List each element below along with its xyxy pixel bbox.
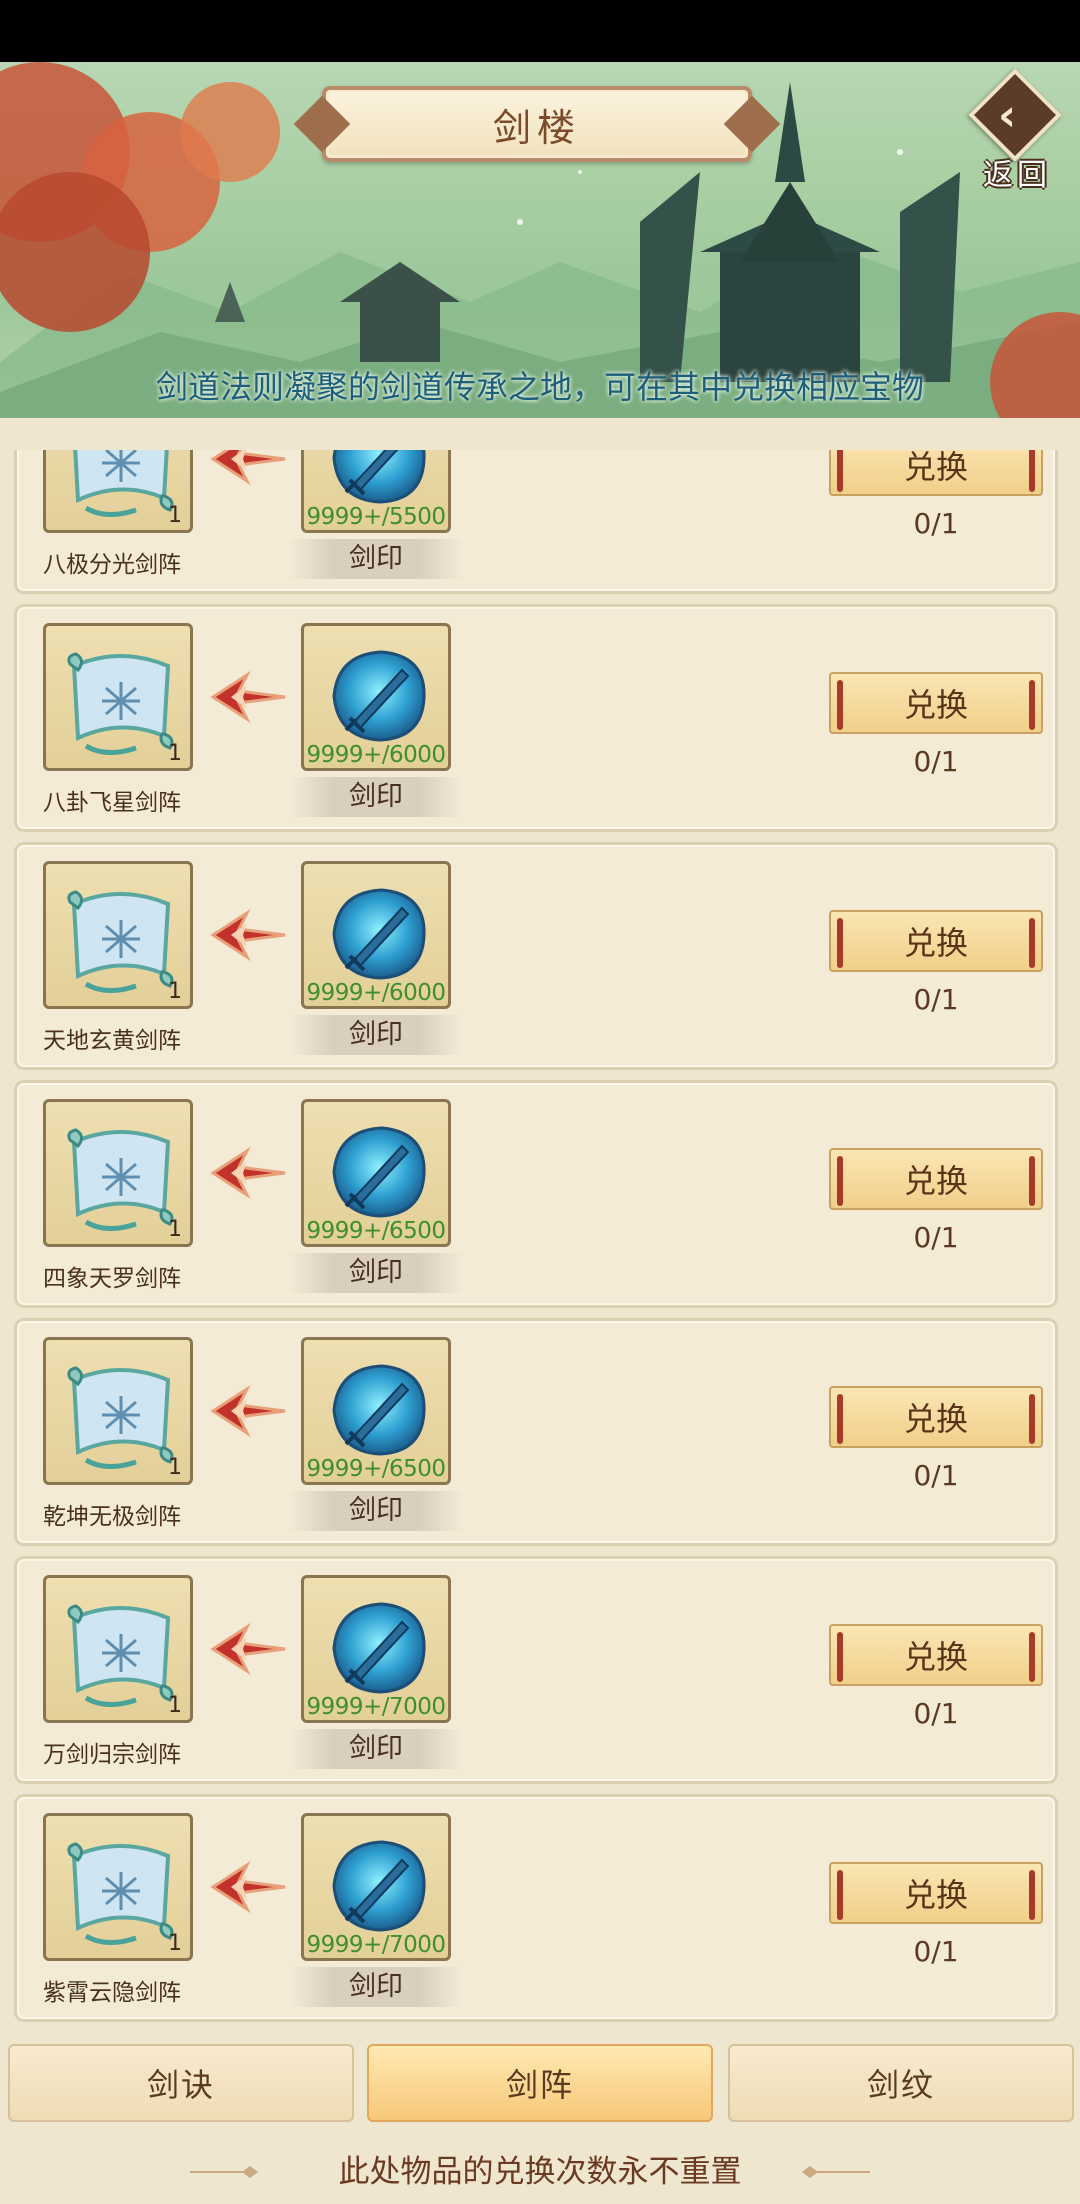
exchange-arrow-icon <box>207 1383 287 1443</box>
reward-item-name: 天地玄黄剑阵 <box>43 1028 181 1054</box>
cost-count: 9999+/5500 <box>306 504 446 530</box>
exchange-button[interactable]: 兑换 <box>829 672 1043 734</box>
reward-quantity: 1 <box>168 979 182 1004</box>
exchange-limit: 0/1 <box>913 983 959 1016</box>
exchange-row: 1 乾坤无极剑阵 9999+/6500 剑印 兑换 0/1 <box>14 1318 1058 1546</box>
cost-item-slot[interactable]: 9999+/7000 <box>301 1813 451 1961</box>
exchange-list[interactable]: 1 八极分光剑阵 9999+/5500 剑印 兑换 0/1 1 八卦飞星剑阵 9999+/600… <box>0 450 1080 2025</box>
reward-item-slot[interactable]: 1 <box>43 1099 193 1247</box>
exchange-row: 1 八卦飞星剑阵 9999+/6000 剑印 兑换 0/1 <box>14 604 1058 832</box>
cost-item-name: 剑印 <box>289 1967 463 2007</box>
reward-quantity: 1 <box>168 1217 182 1242</box>
cost-item-name: 剑印 <box>289 777 463 817</box>
exchange-row: 1 四象天罗剑阵 9999+/6500 剑印 兑换 0/1 <box>14 1080 1058 1308</box>
exchange-button[interactable]: 兑换 <box>829 450 1043 496</box>
cost-item-name: 剑印 <box>289 1491 463 1531</box>
exchange-arrow-icon <box>207 450 287 491</box>
exchange-limit: 0/1 <box>913 745 959 778</box>
exchange-row: 1 紫霄云隐剑阵 9999+/7000 剑印 兑换 0/1 <box>14 1794 1058 2022</box>
reward-quantity: 1 <box>168 741 182 766</box>
reward-item-slot[interactable]: 1 <box>43 1337 193 1485</box>
cost-item-name: 剑印 <box>289 1253 463 1293</box>
cost-item-slot[interactable]: 9999+/7000 <box>301 1575 451 1723</box>
exchange-arrow-icon <box>207 907 287 967</box>
cost-item-slot[interactable]: 9999+/5500 <box>301 450 451 533</box>
exchange-limit: 0/1 <box>913 1221 959 1254</box>
exchange-limit: 0/1 <box>913 1459 959 1492</box>
tab-bar: 剑诀 剑阵 剑纹 <box>0 2044 1080 2124</box>
cost-item-slot[interactable]: 9999+/6000 <box>301 861 451 1009</box>
cost-count: 9999+/6000 <box>306 980 446 1006</box>
cost-count: 9999+/6000 <box>306 742 446 768</box>
tab-sword-pattern[interactable]: 剑纹 <box>728 2044 1074 2122</box>
page-title: 剑楼 <box>322 86 752 162</box>
cost-item-slot[interactable]: 9999+/6500 <box>301 1099 451 1247</box>
exchange-limit: 0/1 <box>913 1697 959 1730</box>
reward-item-name: 八极分光剑阵 <box>43 552 181 578</box>
banner: 剑楼 ‹ 返回 剑道法则凝聚的剑道传承之地，可在其中兑换相应宝物 <box>0 62 1080 418</box>
right-ornament-icon <box>802 2166 870 2178</box>
back-label: 返回 <box>983 158 1051 193</box>
reward-quantity: 1 <box>168 1931 182 1956</box>
exchange-button[interactable]: 兑换 <box>829 1862 1043 1924</box>
reward-item-name: 八卦飞星剑阵 <box>43 790 181 816</box>
exchange-arrow-icon <box>207 1621 287 1681</box>
cost-item-name: 剑印 <box>289 1729 463 1769</box>
banner-subtitle: 剑道法则凝聚的剑道传承之地，可在其中兑换相应宝物 <box>155 368 924 406</box>
reward-quantity: 1 <box>168 1455 182 1480</box>
reward-item-slot[interactable]: 1 <box>43 861 193 1009</box>
reward-quantity: 1 <box>168 503 182 528</box>
cost-item-slot[interactable]: 9999+/6500 <box>301 1337 451 1485</box>
exchange-button[interactable]: 兑换 <box>829 1148 1043 1210</box>
cost-count: 9999+/6500 <box>306 1456 446 1482</box>
exchange-button[interactable]: 兑换 <box>829 910 1043 972</box>
cost-item-slot[interactable]: 9999+/6000 <box>301 623 451 771</box>
reward-item-name: 万剑归宗剑阵 <box>43 1742 181 1768</box>
cost-count: 9999+/7000 <box>306 1932 446 1958</box>
exchange-row: 1 八极分光剑阵 9999+/5500 剑印 兑换 0/1 <box>14 450 1058 594</box>
reward-item-slot[interactable]: 1 <box>43 1575 193 1723</box>
cost-item-name: 剑印 <box>289 1015 463 1055</box>
reward-item-slot[interactable]: 1 <box>43 623 193 771</box>
exchange-row: 1 天地玄黄剑阵 9999+/6000 剑印 兑换 0/1 <box>14 842 1058 1070</box>
exchange-limit: 0/1 <box>913 1935 959 1968</box>
cost-count: 9999+/6500 <box>306 1218 446 1244</box>
cost-count: 9999+/7000 <box>306 1694 446 1720</box>
exchange-button[interactable]: 兑换 <box>829 1624 1043 1686</box>
exchange-arrow-icon <box>207 1859 287 1919</box>
reward-quantity: 1 <box>168 1693 182 1718</box>
reward-item-slot[interactable]: 1 <box>43 450 193 533</box>
chevron-left-icon: ‹ <box>998 90 1017 141</box>
cost-item-name: 剑印 <box>289 539 463 579</box>
exchange-arrow-icon <box>207 1145 287 1205</box>
reward-item-name: 紫霄云隐剑阵 <box>43 1980 181 2006</box>
tab-sword-art[interactable]: 剑诀 <box>8 2044 354 2122</box>
reward-item-name: 四象天罗剑阵 <box>43 1266 181 1292</box>
exchange-arrow-icon <box>207 669 287 729</box>
exchange-row: 1 万剑归宗剑阵 9999+/7000 剑印 兑换 0/1 <box>14 1556 1058 1784</box>
exchange-button[interactable]: 兑换 <box>829 1386 1043 1448</box>
tab-sword-formation[interactable]: 剑阵 <box>367 2044 713 2122</box>
reward-item-slot[interactable]: 1 <box>43 1813 193 1961</box>
status-bar <box>0 0 1080 62</box>
exchange-limit: 0/1 <box>913 507 959 540</box>
back-button[interactable]: ‹ 返回 <box>962 68 1066 193</box>
reward-item-name: 乾坤无极剑阵 <box>43 1504 181 1530</box>
footer-note: 此处物品的兑换次数永不重置 <box>338 2154 742 2190</box>
